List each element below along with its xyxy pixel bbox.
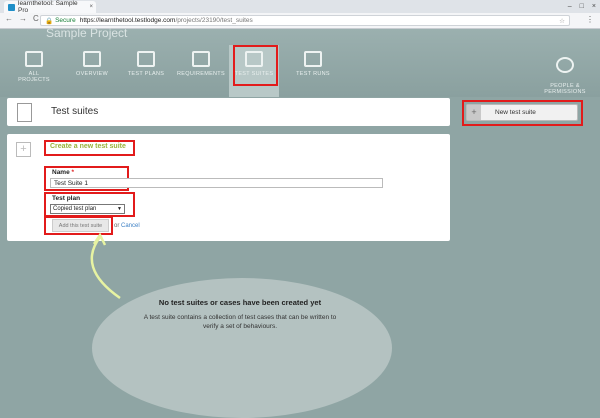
test-plan-label: Test plan: [52, 195, 81, 202]
overview-icon: [83, 51, 101, 67]
folder-icon: [25, 51, 43, 67]
add-test-suite-button[interactable]: Add this test suite: [52, 219, 109, 232]
maximize-icon[interactable]: □: [580, 3, 584, 10]
close-window-icon[interactable]: ×: [592, 3, 596, 10]
or-cancel: or Cancel: [114, 223, 140, 229]
cancel-link[interactable]: Cancel: [121, 223, 140, 229]
test-suites-highlight: [233, 45, 278, 86]
requirements-icon: [192, 51, 210, 67]
url-input[interactable]: 🔒 Secure https://learnthetool.testlodge.…: [40, 15, 570, 26]
back-icon[interactable]: ←: [5, 14, 13, 23]
minimize-icon[interactable]: –: [568, 3, 572, 10]
test-plan-select[interactable]: Copied test plan ▼: [50, 204, 125, 214]
create-suite-title: Create a new test suite: [50, 143, 126, 150]
nav-all-projects-label: ALL PROJECTS: [18, 71, 50, 83]
lock-icon: 🔒: [45, 17, 54, 25]
browser-nav-buttons: ← → C: [5, 14, 39, 23]
nav-test-runs[interactable]: TEST RUNS: [288, 45, 338, 97]
project-title: Sample Project: [46, 26, 128, 40]
nav-people-label: PEOPLE & PERMISSIONS: [544, 83, 586, 95]
nav-test-runs-label: TEST RUNS: [296, 71, 330, 77]
arrow-graphic: [90, 232, 121, 300]
browser-menu-icon[interactable]: ⋮: [586, 15, 594, 24]
or-text: or: [114, 223, 120, 229]
empty-state-description: A test suite contains a collection of te…: [143, 314, 337, 330]
new-test-suite-label: New test suite: [495, 109, 536, 116]
plus-icon: +: [467, 105, 481, 120]
nav-requirements[interactable]: REQUIREMENTS: [176, 45, 226, 97]
add-document-icon: +: [16, 142, 31, 157]
nav-all-projects[interactable]: ALL PROJECTS: [14, 45, 54, 97]
empty-state-title: No test suites or cases have been create…: [158, 298, 322, 307]
test-runs-icon: [304, 51, 322, 67]
new-test-suite-button[interactable]: + New test suite: [466, 104, 578, 121]
nav-requirements-label: REQUIREMENTS: [177, 71, 225, 77]
name-label-text: Name: [52, 169, 70, 176]
nav-test-plans[interactable]: TEST PLANS: [124, 45, 168, 97]
tab-title: learnthetool: Sample Pro: [18, 0, 78, 14]
nav-overview-label: OVERVIEW: [76, 71, 108, 77]
tab-close-icon[interactable]: ×: [89, 4, 93, 10]
bookmark-star-icon[interactable]: ☆: [559, 17, 565, 25]
url-host: https://learnthetool.testlodge.com: [79, 17, 176, 24]
suite-name-input[interactable]: [50, 178, 383, 188]
window-controls: – □ ×: [568, 0, 596, 12]
browser-tab[interactable]: learnthetool: Sample Pro ×: [4, 0, 96, 14]
test-plan-value: Copied test plan: [53, 206, 97, 212]
url-path: /projects/23190/test_suites: [175, 17, 253, 24]
nav-overview[interactable]: OVERVIEW: [70, 45, 114, 97]
required-mark: *: [71, 169, 75, 176]
document-icon: [17, 103, 32, 122]
dropdown-arrow-icon: ▼: [117, 206, 122, 212]
people-icon: [556, 57, 574, 73]
suites-header-panel: Test suites: [7, 98, 450, 126]
pencil-document-icon: [137, 51, 155, 67]
favicon-icon: [8, 3, 15, 11]
forward-icon[interactable]: →: [19, 14, 27, 23]
reload-icon[interactable]: C: [33, 14, 39, 23]
page-title: Test suites: [51, 106, 99, 117]
nav-test-plans-label: TEST PLANS: [127, 71, 165, 77]
nav-people-permissions[interactable]: PEOPLE & PERMISSIONS: [535, 45, 595, 97]
secure-label: Secure: [55, 17, 76, 24]
name-label: Name *: [52, 169, 74, 176]
